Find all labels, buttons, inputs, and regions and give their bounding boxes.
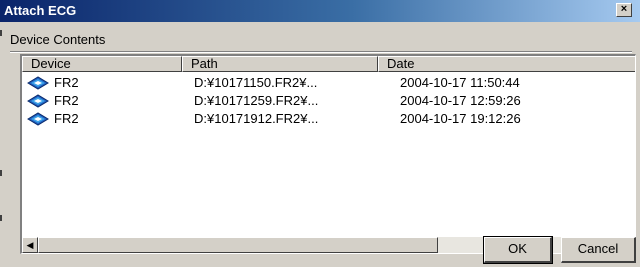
edge-mark — [0, 215, 2, 221]
window-title: Attach ECG — [4, 3, 77, 18]
cell-device: FR2 — [54, 111, 79, 126]
edge-mark — [0, 170, 2, 176]
column-header-device[interactable]: Device — [22, 56, 182, 72]
cell-path: D:¥10171259.FR2¥... — [194, 93, 319, 108]
device-list[interactable]: Device Path Date FR2 D:¥10171150.FR2¥...… — [20, 54, 636, 254]
group-divider — [10, 51, 632, 53]
cell-date: 2004-10-17 12:59:26 — [400, 93, 521, 108]
column-header-path[interactable]: Path — [182, 56, 378, 72]
cell-path: D:¥10171912.FR2¥... — [194, 111, 319, 126]
device-card-icon — [27, 94, 49, 108]
list-header: Device Path Date — [22, 56, 635, 72]
device-card-icon — [27, 76, 49, 90]
column-header-date[interactable]: Date — [378, 56, 635, 72]
scrollbar-thumb[interactable] — [38, 237, 438, 253]
table-row[interactable]: FR2 D:¥10171150.FR2¥... 2004-10-17 11:50… — [22, 74, 635, 92]
device-card-icon — [27, 112, 49, 126]
arrow-left-icon: ◀ — [26, 240, 34, 250]
cell-date: 2004-10-17 19:12:26 — [400, 111, 521, 126]
title-bar[interactable]: Attach ECG × — [0, 0, 640, 22]
edge-mark — [0, 30, 2, 36]
cell-device: FR2 — [54, 93, 79, 108]
cancel-button[interactable]: Cancel — [561, 237, 636, 263]
table-row[interactable]: FR2 D:¥10171259.FR2¥... 2004-10-17 12:59… — [22, 92, 635, 110]
cell-date: 2004-10-17 11:50:44 — [400, 75, 520, 90]
group-label: Device Contents — [10, 32, 106, 47]
attach-ecg-dialog: Attach ECG × Device Contents Device Path… — [0, 0, 640, 267]
cell-path: D:¥10171150.FR2¥... — [194, 75, 318, 90]
table-row[interactable]: FR2 D:¥10171912.FR2¥... 2004-10-17 19:12… — [22, 110, 635, 128]
cell-device: FR2 — [54, 75, 79, 90]
ok-button[interactable]: OK — [483, 236, 553, 264]
scroll-left-button[interactable]: ◀ — [22, 237, 38, 253]
close-button[interactable]: × — [616, 3, 632, 17]
close-icon: × — [620, 3, 628, 15]
